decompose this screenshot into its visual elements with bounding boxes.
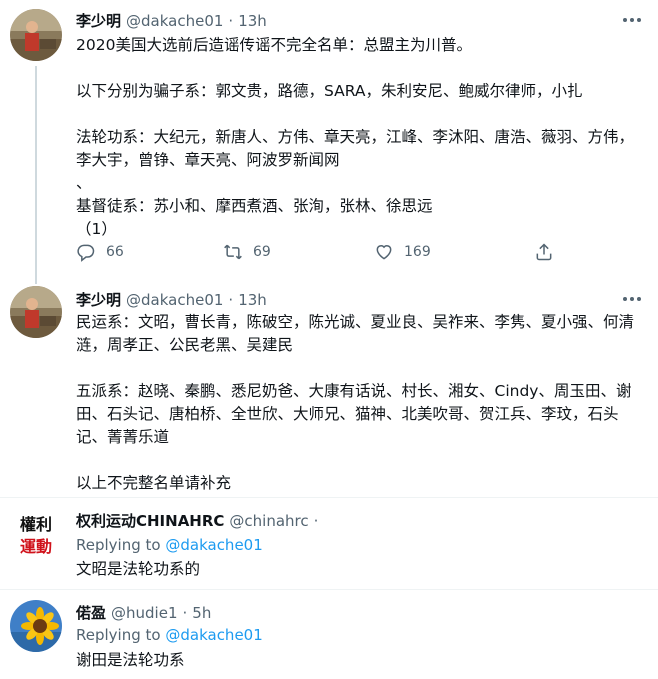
tweet-text: 谢田是法轮功系 [76,651,185,669]
tweet-header: 李少明 @dakache01 · 13h [76,10,267,30]
avatar[interactable] [10,286,62,338]
avatar[interactable]: 權利 運動 [10,508,62,560]
display-name[interactable]: 偌盈 [76,602,106,623]
separator-dot: · [228,291,234,309]
reply-tweet-1[interactable]: 權利 運動 权利运动CHINAHRC @chinahrc · Replying … [0,498,658,588]
user-handle[interactable]: @hudie1 [111,604,177,622]
separator-dot: · [182,604,188,622]
timestamp[interactable]: 13h [238,291,267,309]
tweet-header: 偌盈 @hudie1 · 5h [76,602,211,622]
tweet-text: 文昭是法轮功系的 [76,560,201,578]
separator-dot: · [313,512,319,530]
like-button[interactable]: 169 [374,242,431,262]
timestamp[interactable]: 5h [192,604,211,622]
tweet-text: 民运系：文昭，曹长青，陈破空，陈光诚、夏业良、吴祚来、李隽、夏小强、何清涟，周孝… [76,313,635,492]
like-count: 169 [404,244,431,260]
replying-to-label: Replying to [76,626,161,644]
retweet-count: 69 [253,244,271,260]
replying-to-handle[interactable]: @dakache01 [165,536,262,554]
replying-to-label: Replying to [76,536,161,554]
avatar[interactable] [10,600,62,652]
display-name[interactable]: 李少明 [76,289,121,310]
tweet-actions: 66 69 169 [76,242,556,264]
avatar[interactable] [10,9,62,61]
replying-to: Replying to @dakache01 [76,626,263,644]
svg-text:運動: 運動 [20,537,52,556]
user-handle[interactable]: @dakache01 [126,291,223,309]
display-name[interactable]: 权利运动CHINAHRC [76,510,224,531]
retweet-icon [224,244,242,260]
tweet-1[interactable]: 李少明 @dakache01 · 13h 2020美国大选前后造谣传谣不完全名单… [0,0,658,284]
share-icon [536,243,552,261]
user-handle[interactable]: @chinahrc [229,512,308,530]
replying-to-handle[interactable]: @dakache01 [165,626,262,644]
user-handle[interactable]: @dakache01 [126,12,223,30]
more-icon[interactable] [620,291,644,307]
separator-dot: · [228,12,234,30]
tweet-header: 权利运动CHINAHRC @chinahrc · [76,510,318,530]
tweet-text: 2020美国大选前后造谣传谣不完全名单：总盟主为川普。 以下分别为骗子系：郭文贵… [76,36,635,238]
more-icon[interactable] [620,12,644,28]
display-name[interactable]: 李少明 [76,10,121,31]
svg-text:權利: 權利 [20,515,52,534]
tweet-header: 李少明 @dakache01 · 13h [76,289,267,309]
like-icon [376,245,392,260]
reply-icon [77,244,95,262]
share-button[interactable] [534,242,554,262]
replying-to: Replying to @dakache01 [76,536,263,554]
reply-tweet-2[interactable]: 偌盈 @hudie1 · 5h Replying to @dakache01 谢… [0,590,658,679]
retweet-button[interactable]: 69 [223,242,271,262]
tweet-2[interactable]: 李少明 @dakache01 · 13h 民运系：文昭，曹长青，陈破空，陈光诚、… [0,280,658,495]
reply-count: 66 [106,244,124,260]
reply-button[interactable]: 66 [76,242,124,262]
timestamp[interactable]: 13h [238,12,267,30]
thread-line [35,66,37,284]
